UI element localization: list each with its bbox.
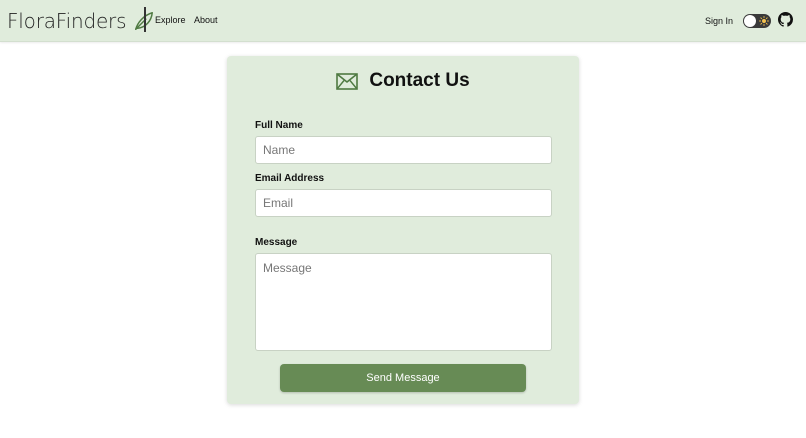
send-message-button[interactable]: Send Message — [280, 364, 526, 392]
message-textarea[interactable] — [255, 253, 552, 351]
page-title: Contact Us — [369, 70, 470, 91]
full-name-input[interactable] — [255, 136, 552, 164]
contact-card: Contact Us Full Name Email Address Messa… — [227, 56, 579, 404]
brand-name: FloraFinders — [7, 9, 127, 33]
github-icon[interactable] — [778, 12, 793, 27]
nav-link-explore[interactable]: Explore — [155, 15, 186, 25]
sign-in-link[interactable]: Sign In — [705, 16, 733, 26]
nav-link-about[interactable]: About — [194, 15, 218, 25]
brand-logo[interactable]: FloraFinders — [7, 7, 155, 35]
navbar: FloraFinders Explore About Sign In — [0, 0, 806, 42]
full-name-label: Full Name — [255, 120, 303, 131]
sun-icon — [759, 16, 769, 26]
email-input[interactable] — [255, 189, 552, 217]
message-label: Message — [255, 237, 298, 248]
email-label: Email Address — [255, 173, 325, 184]
theme-toggle[interactable] — [743, 14, 771, 28]
brand-divider — [144, 7, 146, 32]
card-header: Contact Us — [227, 68, 579, 94]
toggle-knob — [744, 15, 756, 27]
mail-icon — [336, 72, 359, 90]
